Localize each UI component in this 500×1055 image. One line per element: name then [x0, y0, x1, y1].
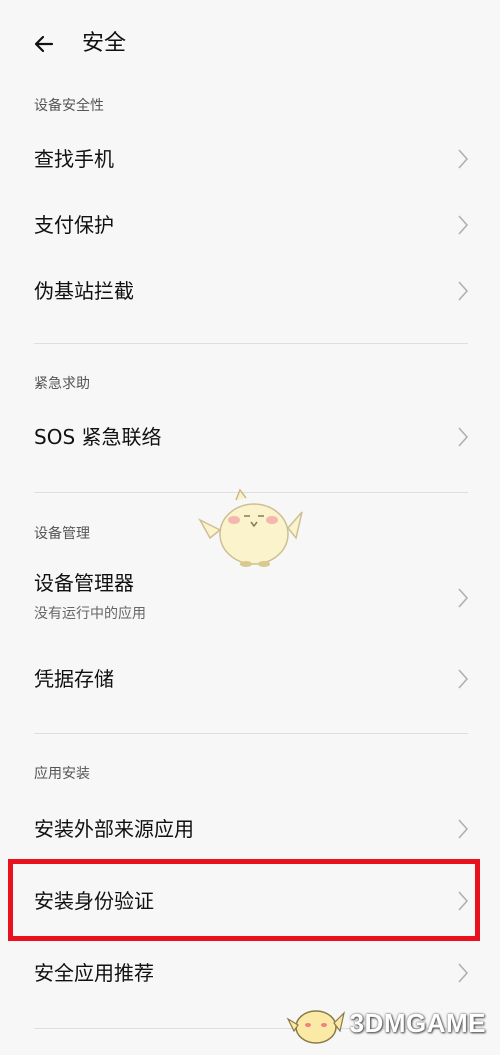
fake-base-station-label: 伪基站拦截 — [34, 279, 134, 303]
install-external-apps-label: 安装外部来源应用 — [34, 817, 194, 841]
sos-contact-item[interactable]: SOS 紧急联络 — [0, 414, 500, 460]
device-manager-item[interactable]: 设备管理器 没有运行中的应用 — [0, 566, 500, 632]
fake-base-station-item[interactable]: 伪基站拦截 — [0, 268, 500, 314]
security-app-recommend-item[interactable]: 安全应用推荐 — [0, 950, 500, 996]
chevron-right-icon — [458, 588, 469, 608]
section-label-device-security: 设备安全性 — [34, 98, 104, 114]
section-label-device-management: 设备管理 — [34, 526, 90, 542]
page-title: 安全 — [82, 31, 127, 56]
chevron-right-icon — [458, 669, 469, 689]
watermark-bird-icon — [286, 1010, 346, 1044]
watermark-logo: 3DMGAME — [286, 1001, 486, 1045]
mascot-bird-icon — [198, 488, 303, 567]
chevron-right-icon — [458, 963, 469, 983]
back-arrow-icon[interactable] — [28, 28, 60, 60]
section-label-emergency: 紧急求助 — [34, 376, 90, 392]
section-divider — [34, 343, 468, 344]
payment-protection-item[interactable]: 支付保护 — [0, 202, 500, 248]
security-app-recommend-label: 安全应用推荐 — [34, 961, 154, 985]
find-phone-item[interactable]: 查找手机 — [0, 136, 500, 182]
section-divider — [34, 733, 468, 734]
chevron-right-icon — [458, 149, 469, 169]
find-phone-label: 查找手机 — [34, 147, 114, 171]
credential-storage-label: 凭据存储 — [34, 667, 114, 691]
section-label-app-install: 应用安装 — [34, 766, 90, 782]
payment-protection-label: 支付保护 — [34, 213, 114, 237]
device-manager-subtitle: 没有运行中的应用 — [34, 606, 146, 622]
sos-contact-label: SOS 紧急联络 — [34, 425, 162, 449]
chevron-right-icon — [458, 215, 469, 235]
device-manager-label: 设备管理器 — [34, 571, 134, 595]
highlight-box — [8, 859, 480, 941]
credential-storage-item[interactable]: 凭据存储 — [0, 656, 500, 702]
install-external-apps-item[interactable]: 安装外部来源应用 — [0, 806, 500, 852]
chevron-right-icon — [458, 281, 469, 301]
app-header: 安全 — [0, 0, 500, 90]
chevron-right-icon — [458, 427, 469, 447]
watermark-text: 3DMGAME — [349, 1008, 486, 1038]
chevron-right-icon — [458, 819, 469, 839]
